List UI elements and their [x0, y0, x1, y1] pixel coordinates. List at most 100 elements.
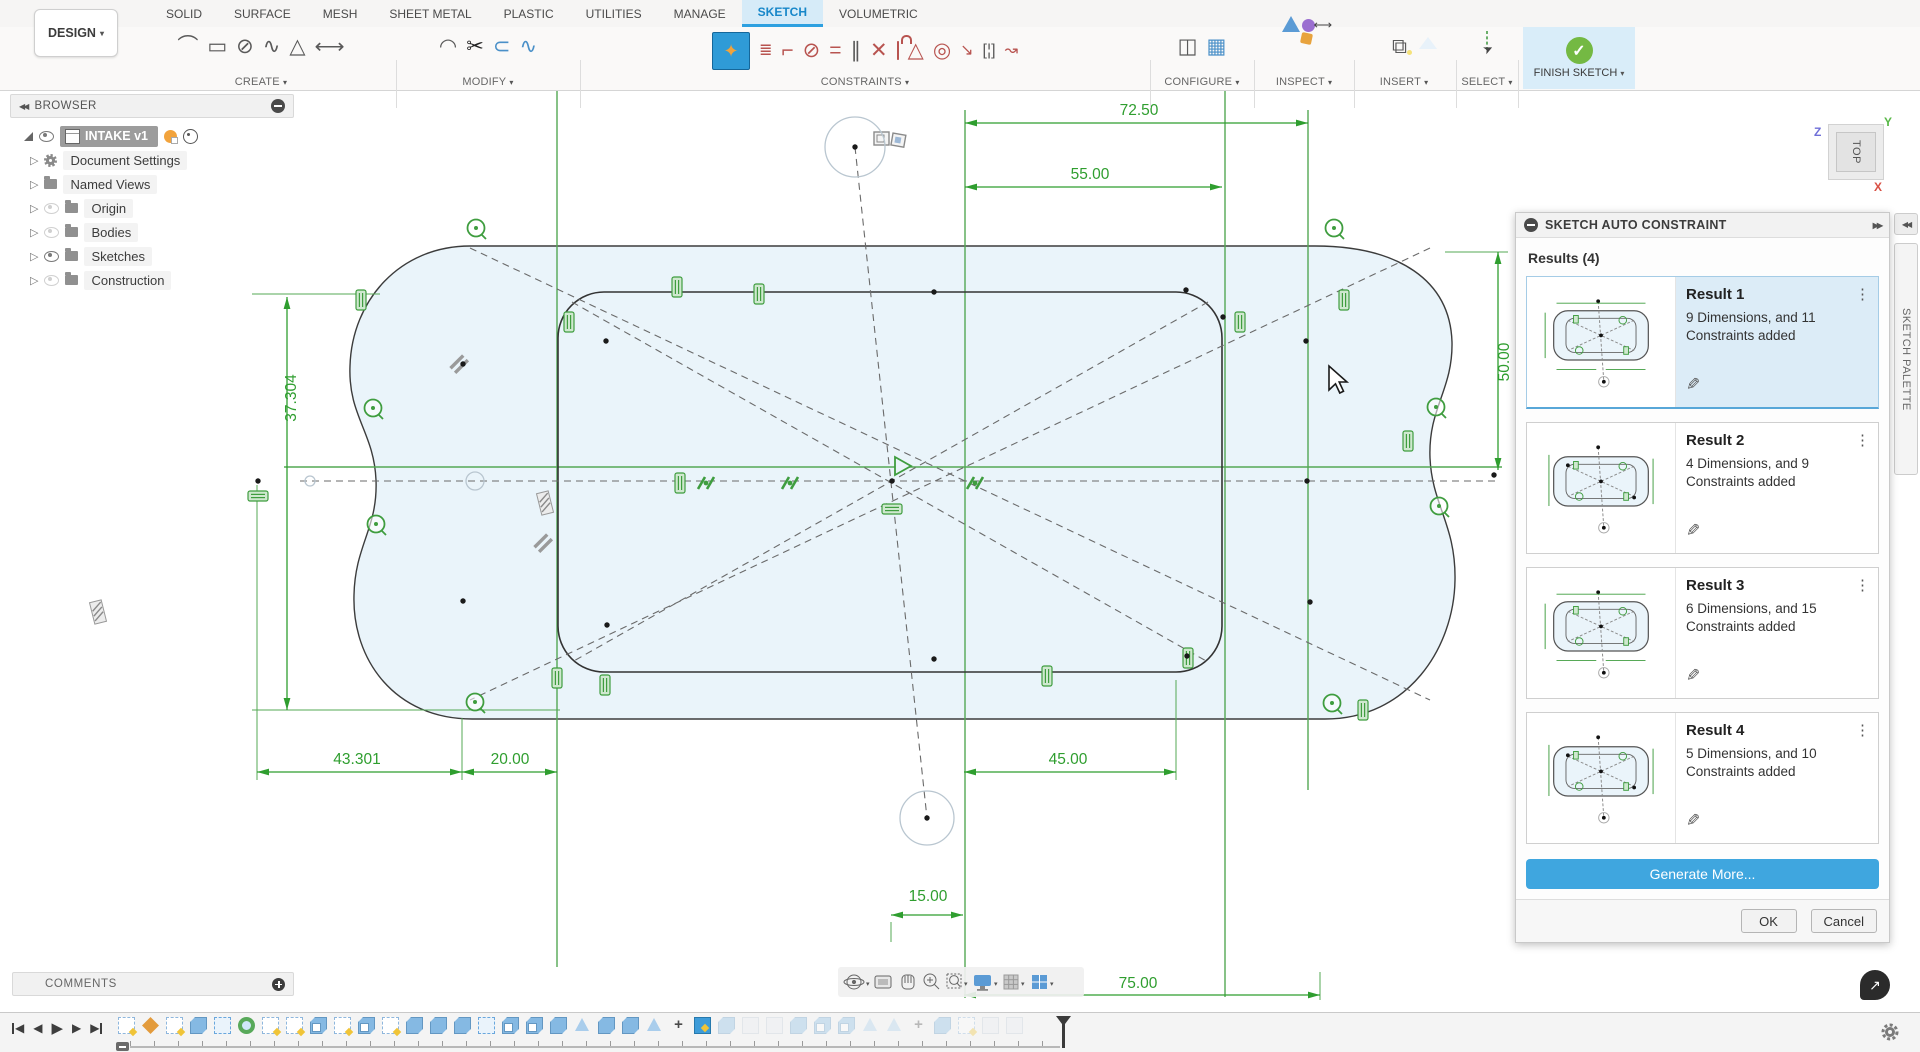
timeline-feature-sketch-icon[interactable] [118, 1017, 135, 1034]
constraints-menu[interactable]: CONSTRAINTS ▾ [585, 76, 1145, 88]
caret[interactable]: ▾ [1050, 981, 1054, 988]
browser-root-row[interactable]: INTAKE v1 [10, 124, 294, 148]
display-settings-icon[interactable] [974, 975, 991, 991]
orbit-icon[interactable] [844, 975, 864, 989]
assistant-bubble-icon[interactable]: ↗ [1860, 970, 1890, 1000]
collapse-left-icon[interactable]: ◀◀ [19, 102, 27, 111]
caret[interactable]: ▾ [994, 981, 998, 988]
dimension-value[interactable]: 55.00 [1071, 166, 1110, 183]
timeline-feature-move-icon[interactable]: + [910, 1017, 927, 1034]
edit-pencil-icon[interactable]: ✎ [1686, 521, 1700, 541]
caret[interactable]: ▾ [964, 981, 968, 988]
modify-menu[interactable]: MODIFY ▾ [400, 76, 576, 88]
trim-icon[interactable]: ✂ [466, 32, 484, 62]
timeline-feature-copy-icon[interactable] [814, 1017, 831, 1034]
expand-triangle-icon[interactable]: ▷ [30, 202, 38, 215]
expand-triangle-icon[interactable]: ▷ [30, 226, 38, 239]
play-icon[interactable]: ▶ [51, 1019, 63, 1037]
result-card-1[interactable]: Result 1 9 Dimensions, and 11 Constraint… [1526, 276, 1879, 409]
timeline-feature-solid-icon[interactable] [406, 1017, 423, 1034]
edit-pencil-icon[interactable]: ✎ [1686, 666, 1700, 686]
zoom-icon[interactable] [924, 974, 939, 989]
timeline-feature-solid-icon[interactable] [454, 1017, 471, 1034]
kebab-menu-icon[interactable]: ⋮ [1855, 576, 1870, 594]
timeline-feature-copy-icon[interactable] [838, 1017, 855, 1034]
tab-utilities[interactable]: UTILITIES [570, 0, 658, 27]
visibility-eye-icon[interactable] [44, 203, 59, 214]
configuration-table-icon[interactable]: ▦ [1207, 32, 1227, 62]
curvature-icon[interactable]: ↝ [1005, 36, 1018, 66]
slot-icon[interactable]: ⌒ [177, 32, 198, 62]
design-workspace-menu[interactable]: DESIGN▾ [34, 9, 118, 57]
timeline-track[interactable] [130, 1046, 1060, 1048]
fit-icon[interactable] [947, 974, 961, 988]
browser-item-named-views[interactable]: ▷Named Views [10, 172, 294, 196]
dimension-value[interactable]: 45.00 [1049, 751, 1088, 768]
timeline-feature-solid-icon[interactable] [790, 1017, 807, 1034]
result-card-4[interactable]: Result 4 5 Dimensions, and 10 Constraint… [1526, 712, 1879, 844]
step-forward-icon[interactable]: ▶ [72, 1021, 81, 1035]
browser-item-construction[interactable]: ▷Construction [10, 268, 294, 292]
timeline-feature-doc-icon[interactable] [982, 1017, 999, 1034]
select-menu[interactable]: SELECT ▾ [1452, 76, 1522, 88]
expanded-triangle-icon[interactable] [24, 132, 33, 141]
cancel-button[interactable]: Cancel [1811, 909, 1877, 933]
panel-header[interactable]: SKETCH AUTO CONSTRAINT ▶▶ [1516, 213, 1889, 238]
root-item-pill[interactable]: INTAKE v1 [60, 126, 158, 147]
expand-triangle-icon[interactable]: ▷ [30, 154, 38, 167]
timeline-feature-pattern-icon[interactable] [214, 1017, 231, 1034]
ok-button[interactable]: OK [1741, 909, 1797, 933]
select-icon[interactable] [1486, 32, 1488, 50]
timeline-feature-copy-icon[interactable] [310, 1017, 327, 1034]
parallel-icon[interactable]: ∥ [851, 36, 862, 66]
insert-derive-icon[interactable]: ⧉ [1392, 32, 1407, 62]
tab-volumetric[interactable]: VOLUMETRIC [823, 0, 934, 27]
expand-palette-button[interactable]: ◀◀ [1894, 213, 1918, 235]
sketch-palette-tab[interactable]: SKETCH PALETTE [1894, 243, 1918, 475]
step-back-icon[interactable]: ◀ [33, 1021, 42, 1035]
polygon-icon[interactable]: △ [289, 32, 305, 62]
spline-icon[interactable]: ∿ [263, 32, 281, 62]
skip-to-end-icon[interactable]: ▶ [90, 1021, 102, 1035]
timeline-feature-sketch-icon[interactable] [958, 1017, 975, 1034]
equal-icon[interactable]: = [829, 36, 841, 66]
dimension-value[interactable]: 37.304 [283, 374, 300, 422]
expand-triangle-icon[interactable]: ▷ [30, 274, 38, 287]
timeline-feature-doc-icon[interactable] [766, 1017, 783, 1034]
tab-manage[interactable]: MANAGE [658, 0, 742, 27]
comments-bar[interactable]: COMMENTS [12, 972, 294, 994]
look-at-icon[interactable] [875, 976, 891, 988]
dimension-value[interactable]: 20.00 [491, 751, 530, 768]
edit-pencil-icon[interactable]: ✎ [1686, 375, 1700, 395]
timeline-feature-form-icon[interactable] [142, 1017, 159, 1034]
visibility-eye-icon[interactable] [44, 275, 59, 286]
timeline-feature-solid-icon[interactable] [718, 1017, 735, 1034]
tangent-icon[interactable]: ⊘ [803, 36, 821, 66]
browser-item-document-settings[interactable]: ▷Document Settings [10, 148, 294, 172]
browser-header[interactable]: ◀◀ BROWSER [10, 94, 294, 118]
dimension-value[interactable]: 43.301 [333, 751, 380, 768]
fillet-icon[interactable]: ◠ [439, 32, 457, 62]
tab-plastic[interactable]: PLASTIC [488, 0, 570, 27]
add-comment-icon[interactable] [272, 978, 285, 991]
timeline-feature-solid-icon[interactable] [550, 1017, 567, 1034]
insert-menu[interactable]: INSERT ▾ [1356, 76, 1452, 88]
timeline-feature-mirror-icon[interactable] [574, 1017, 591, 1034]
edit-pencil-icon[interactable]: ✎ [1686, 811, 1700, 831]
dimension-value[interactable]: 15.00 [909, 888, 948, 905]
timeline-feature-solid-icon[interactable] [622, 1017, 639, 1034]
dimension-value[interactable]: 50.00 [1496, 342, 1513, 381]
timeline-feature-sketch-icon[interactable] [382, 1017, 399, 1034]
viewports-icon[interactable] [1032, 975, 1047, 989]
dimension-value[interactable]: 75.00 [1119, 975, 1158, 992]
timeline-feature-sketch-icon[interactable] [262, 1017, 279, 1034]
timeline-feature-doc-icon[interactable] [1006, 1017, 1023, 1034]
timeline-feature-move-icon[interactable]: + [670, 1017, 687, 1034]
perpendicular-icon[interactable]: ✕ [870, 36, 888, 66]
caret[interactable]: ▾ [866, 981, 870, 988]
browser-item-origin[interactable]: ▷Origin [10, 196, 294, 220]
timeline-feature-mirror-icon[interactable] [886, 1017, 903, 1034]
edit-curve-icon[interactable]: ∿ [519, 32, 537, 62]
timeline-feature-sketch-icon[interactable] [286, 1017, 303, 1034]
timeline-feature-copy-icon[interactable] [502, 1017, 519, 1034]
